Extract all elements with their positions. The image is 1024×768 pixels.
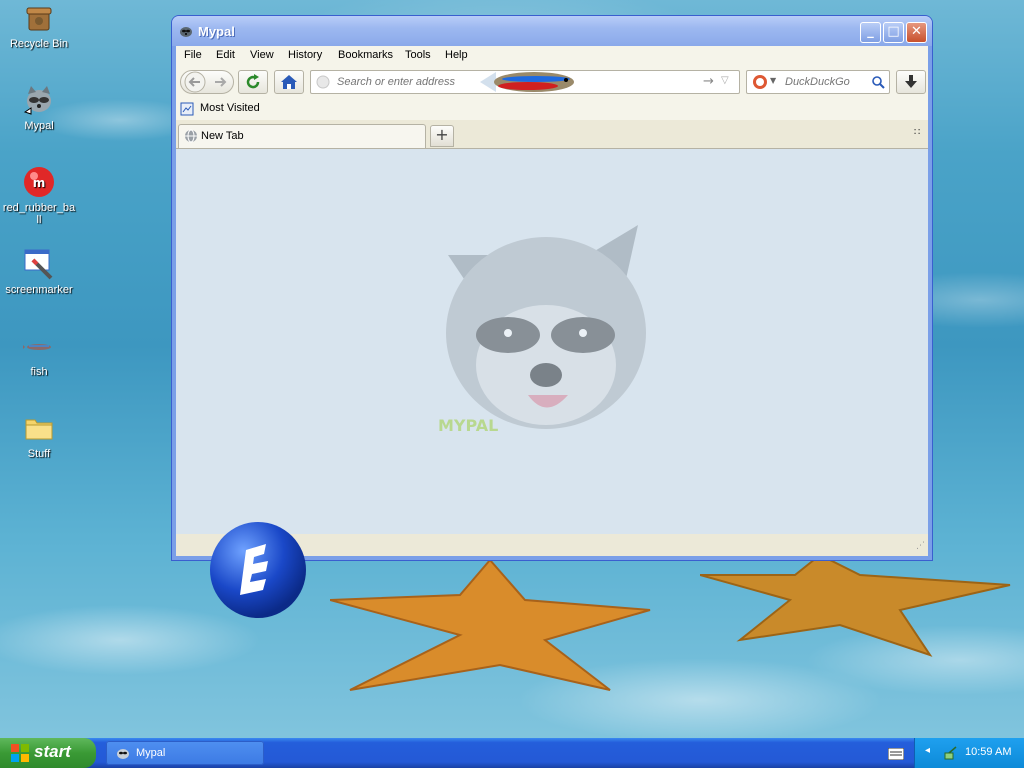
new-tab-page: MYPAL	[176, 149, 928, 534]
menu-edit[interactable]: Edit	[216, 49, 235, 61]
desktop-icon-label: screenmarker	[5, 284, 73, 296]
globe-icon	[185, 129, 197, 143]
browser-window: Mypal _ □ ✕ File Edit View History Bookm…	[172, 16, 932, 560]
home-icon	[281, 75, 297, 89]
downloads-button[interactable]	[896, 70, 926, 94]
starfish-decoration-2	[700, 553, 1011, 657]
chevron-down-icon[interactable]: ▽	[721, 75, 729, 86]
desktop-icon-fish[interactable]: fish	[2, 330, 76, 378]
chevron-down-icon[interactable]: ▼	[770, 76, 776, 85]
home-button[interactable]	[274, 70, 304, 94]
window-titlebar[interactable]: Mypal _ □ ✕	[172, 16, 932, 46]
minimize-button[interactable]: _	[860, 22, 881, 43]
desktop-icon-label: Recycle Bin	[9, 38, 69, 50]
maximize-button[interactable]: □	[883, 22, 904, 43]
screenmarker-icon	[23, 248, 55, 280]
taskbar-item-label: Mypal	[136, 747, 166, 759]
starfish-decoration	[330, 558, 651, 691]
duckduckgo-icon[interactable]	[752, 74, 768, 90]
tab-list-icon[interactable]: ∷	[914, 127, 920, 138]
desktop-icon-label: Mypal	[24, 120, 54, 132]
menu-help[interactable]: Help	[445, 49, 468, 61]
tab-new-tab[interactable]: New Tab	[178, 124, 426, 148]
start-button[interactable]: start	[0, 738, 96, 768]
fish-icon	[21, 330, 55, 362]
window-title: Mypal	[198, 24, 235, 39]
red-rubber-ball-icon: m	[23, 166, 55, 198]
forward-arrow-icon[interactable]	[211, 71, 231, 93]
mypal-raccoon-icon	[23, 84, 55, 116]
window-client: File Edit View History Bookmarks Tools H…	[176, 46, 928, 556]
desktop-icon-label: Stuff	[27, 448, 51, 460]
navigation-toolbar: → ▽ ▼	[176, 66, 928, 98]
folder-icon	[23, 412, 55, 444]
svg-text:MYPAL: MYPAL	[438, 416, 498, 435]
tab-label: New Tab	[201, 130, 244, 142]
start-label: start	[34, 742, 71, 761]
bookmark-folder-icon	[180, 102, 194, 116]
keyboard-icon[interactable]	[888, 748, 904, 760]
floating-orb-widget[interactable]	[208, 520, 308, 620]
search-bar[interactable]: ▼	[746, 70, 890, 94]
taskbar-item-mypal[interactable]: Mypal	[106, 741, 264, 765]
desktop-icon-recycle-bin[interactable]: Recycle Bin	[2, 2, 76, 50]
mypal-raccoon-icon	[180, 27, 192, 37]
resize-grip-icon[interactable]: ⋰	[916, 541, 925, 551]
menu-view[interactable]: View	[250, 49, 274, 61]
desktop-icon-red-rubber-ball[interactable]: m red_rubber_ball	[2, 166, 76, 226]
network-icon[interactable]	[943, 745, 959, 761]
tray-chevron-icon[interactable]: ◂	[925, 745, 930, 756]
recycle-bin-icon	[23, 2, 55, 34]
search-input[interactable]	[783, 75, 871, 89]
taskbar: start Mypal ◂ 10:59 AM	[0, 738, 1024, 768]
reload-button[interactable]	[238, 70, 268, 94]
system-tray: ◂ 10:59 AM	[914, 738, 1024, 768]
new-tab-button[interactable]: +	[430, 125, 454, 147]
close-button[interactable]: ✕	[906, 22, 927, 43]
desktop-icon-label: red_rubber_ball	[2, 202, 76, 226]
menu-file[interactable]: File	[184, 49, 202, 61]
menu-bookmarks[interactable]: Bookmarks	[338, 49, 393, 61]
desktop-icon-mypal[interactable]: Mypal	[2, 84, 76, 132]
desktop-icon-screenmarker[interactable]: screenmarker	[2, 248, 76, 296]
menu-tools[interactable]: Tools	[405, 49, 431, 61]
bookmark-label: Most Visited	[200, 102, 260, 114]
download-arrow-icon	[905, 75, 917, 88]
go-arrow-icon[interactable]: →	[703, 74, 714, 89]
mypal-raccoon-icon	[117, 749, 129, 759]
mypal-raccoon-logo: MYPAL	[438, 225, 646, 435]
identity-icon	[316, 75, 330, 89]
svg-text:m: m	[33, 176, 46, 190]
windows-logo-icon	[11, 744, 29, 762]
menu-history[interactable]: History	[288, 49, 322, 61]
reload-icon	[246, 74, 260, 89]
search-icon[interactable]	[871, 75, 885, 89]
clock[interactable]: 10:59 AM	[965, 746, 1011, 758]
bookmarks-toolbar: Most Visited	[176, 98, 928, 120]
desktop-icon-label: fish	[30, 366, 48, 378]
back-forward-button[interactable]	[180, 70, 234, 94]
back-arrow-icon[interactable]	[183, 71, 207, 93]
desktop-icon-stuff[interactable]: Stuff	[2, 412, 76, 460]
tab-strip: New Tab + ∷	[176, 120, 928, 149]
